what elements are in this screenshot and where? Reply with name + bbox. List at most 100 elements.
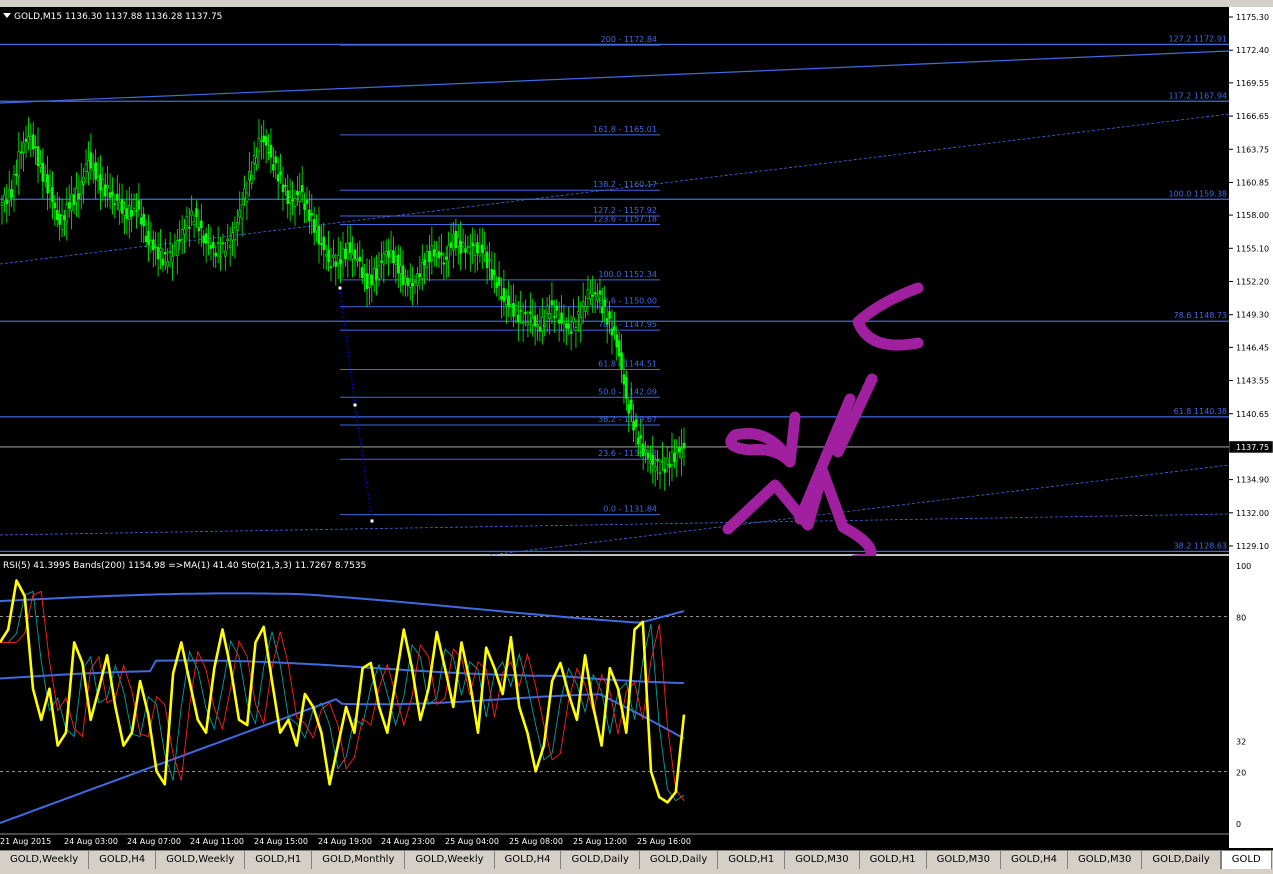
candle-body	[461, 242, 465, 247]
candle-body	[176, 240, 179, 256]
candle-body	[149, 240, 153, 248]
candle-body	[58, 213, 61, 225]
price-axis[interactable]: 1175.30 1172.40 1169.55 1166.65 1163.75 1160.…	[1229, 7, 1273, 848]
chart-tab[interactable]: GOLD	[1220, 851, 1272, 869]
candle-body	[279, 171, 282, 175]
price-tick-label: 1175.30	[1236, 13, 1269, 22]
candle-body	[31, 134, 35, 150]
chart-tab[interactable]: GOLD,H4	[495, 851, 562, 869]
candle-body	[584, 306, 587, 312]
candle-body	[377, 265, 381, 280]
candle-body	[444, 256, 448, 260]
candle-body	[360, 267, 364, 279]
candle-body	[94, 162, 97, 180]
chart-tab[interactable]: GOLD,Weekly	[156, 851, 246, 869]
chart-tab[interactable]: GOLD,H1	[860, 851, 927, 869]
candle-body	[188, 226, 191, 229]
price-tick-label: 1163.75	[1236, 145, 1269, 154]
candle-body	[543, 324, 547, 327]
candle-body	[485, 251, 489, 269]
candle-body	[372, 268, 376, 286]
candle-body	[48, 185, 52, 191]
chart-tab[interactable]: GOLD,M30	[927, 851, 1002, 869]
candle-body	[332, 254, 335, 258]
chart-area[interactable]: 127.2 1172.91 117.2 1167.94 100.0 1159.38 7…	[0, 7, 1229, 848]
indicator-panel[interactable]: 21 Aug 2015 24 Aug 03:00 24 Aug 07:00 24 Au…	[0, 556, 1229, 848]
chart-tab[interactable]: GOLD,H4	[89, 851, 157, 869]
candle-body	[317, 225, 321, 245]
price-tick-label: 1140.65	[1236, 410, 1269, 419]
candle-body	[447, 245, 450, 262]
candle-body	[224, 250, 227, 257]
time-axis-label: 24 Aug 07:00	[127, 837, 181, 846]
candle-body	[646, 452, 650, 459]
chart-tab[interactable]: GOLD,Weekly	[0, 851, 90, 869]
candle-body	[53, 202, 57, 209]
candle-body	[243, 188, 246, 199]
candle-body	[593, 292, 597, 295]
fib-extension-label: 127.2 1172.91	[1168, 34, 1227, 43]
fib-retracement-label: 161.8 - 1165.01	[593, 125, 657, 134]
price-chart[interactable]: 127.2 1172.91 117.2 1167.94 100.0 1159.38 7…	[0, 7, 1229, 556]
candle-body	[536, 324, 539, 327]
candle-body	[228, 245, 232, 248]
chart-tab[interactable]: GOLD,H1	[245, 851, 313, 869]
candle-body	[394, 256, 398, 265]
candle-body	[591, 294, 595, 297]
candle-body	[127, 205, 131, 220]
price-tick-label: 1158.00	[1236, 211, 1269, 220]
indicator-level-label: 0	[1236, 820, 1241, 829]
candle-body	[605, 318, 609, 325]
chart-tabs: GOLD,Weekly GOLD,H4 GOLD,Weekly GOLD,H1 GOLD…	[0, 850, 1273, 874]
candle-body	[473, 245, 477, 256]
candle-body	[622, 374, 626, 385]
candle-body	[569, 331, 573, 334]
candle-body	[41, 162, 45, 182]
candle-body	[504, 297, 508, 305]
candle-body	[137, 200, 141, 210]
candle-body	[12, 174, 16, 198]
candle-body	[608, 311, 611, 319]
candle-body	[509, 303, 513, 307]
candle-body	[524, 311, 527, 315]
price-tick-label: 1132.00	[1236, 509, 1269, 518]
fib-anchor-point	[353, 403, 357, 407]
chart-tab[interactable]: GOLD,Monthly	[312, 851, 406, 869]
candle-body	[329, 266, 333, 268]
candle-body	[408, 281, 412, 288]
time-axis-label: 25 Aug 08:00	[509, 837, 563, 846]
fib-retracement-label: 200 - 1172.84	[601, 35, 657, 44]
candle-body	[231, 232, 234, 241]
candle-body	[420, 262, 424, 279]
fib-anchor-point	[338, 286, 342, 290]
chart-tab[interactable]: GOLD,H1	[718, 851, 786, 869]
candle-body	[495, 282, 498, 288]
candle-body	[656, 459, 659, 462]
chart-tab[interactable]: GOLD,Daily	[1142, 851, 1221, 869]
candle-body	[204, 233, 208, 244]
candle-body	[288, 197, 292, 203]
chart-tab[interactable]: GOLD,H4	[1001, 851, 1068, 869]
candle-body	[658, 472, 662, 475]
candle-body	[7, 189, 11, 202]
candle-body	[670, 451, 674, 465]
candle-body	[43, 173, 47, 183]
candle-body	[132, 199, 136, 209]
candle-body	[312, 219, 316, 233]
candle-body	[296, 190, 299, 196]
candle-body	[521, 321, 525, 324]
candle-body	[219, 255, 222, 258]
chart-tab[interactable]: GOLD,Daily	[561, 851, 640, 869]
chart-tab[interactable]: GOLD,M30	[1068, 851, 1143, 869]
chart-tab[interactable]: GOLD,M30	[785, 851, 860, 869]
candle-body	[10, 189, 13, 198]
stochastic-signal-line	[0, 590, 685, 802]
candle-body	[620, 352, 623, 370]
candle-body	[538, 326, 542, 332]
candle-body	[34, 146, 37, 148]
chart-tab[interactable]: GOLD,Weekly	[405, 851, 495, 869]
chart-tab[interactable]: GOLD,Daily	[640, 851, 719, 869]
dropdown-arrow-icon[interactable]	[3, 13, 11, 18]
candle-body	[560, 312, 563, 324]
candle-body	[625, 377, 628, 399]
